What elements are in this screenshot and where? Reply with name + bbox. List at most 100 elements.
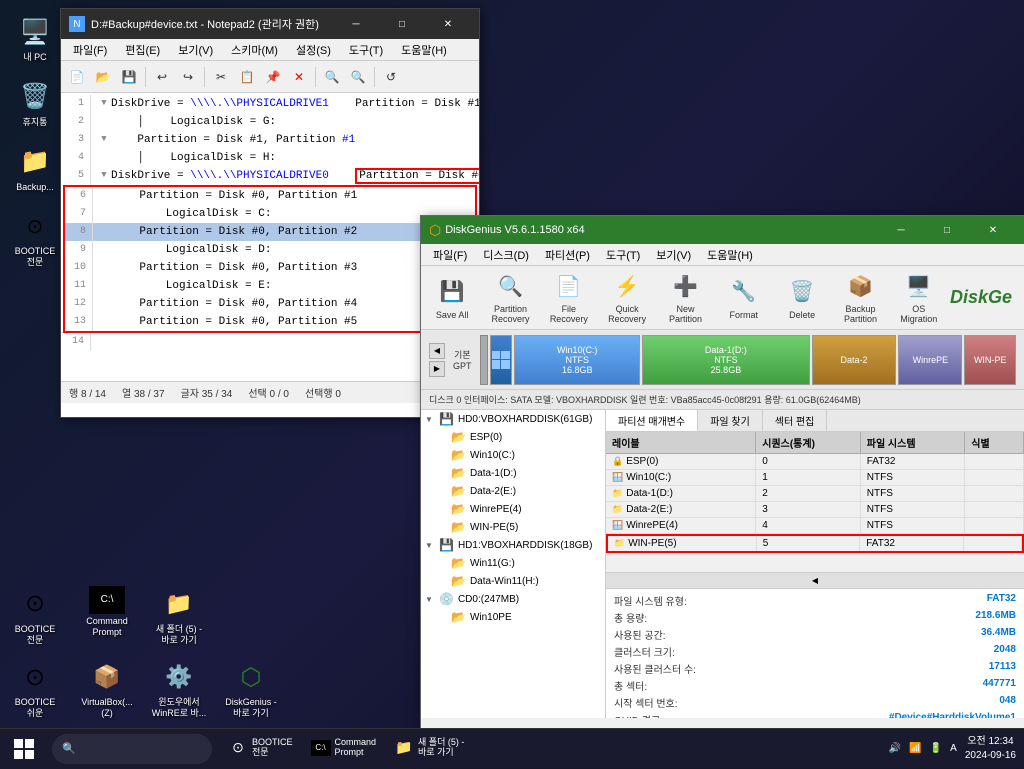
table-row-winpe5[interactable]: 📁 WIN-PE(5) 5 FAT32 <box>606 534 1024 553</box>
tab-file-find[interactable]: 파일 찾기 <box>698 410 763 431</box>
table-row-esp0[interactable]: 🔒 ESP(0) 0 FAT32 <box>606 454 1024 470</box>
toolbar-delete[interactable]: 🗑️ Delete <box>775 270 829 326</box>
table-row-win10[interactable]: 🪟 Win10(C:) 1 NTFS <box>606 470 1024 486</box>
td-esp0-seq: 0 <box>756 454 861 469</box>
menu-help[interactable]: 도움말(H) <box>393 40 455 60</box>
info-fs-value: FAT32 <box>987 593 1016 608</box>
dg-close[interactable]: ✕ <box>970 215 1016 245</box>
tree-data2[interactable]: 📂 Data-2(E:) <box>421 482 605 500</box>
taskbar-bottom-row <box>0 724 4 728</box>
toolbar-save[interactable]: 💾 <box>117 65 141 89</box>
toolbar-format[interactable]: 🔧 Format <box>717 270 771 326</box>
toolbar-file-recovery[interactable]: 📄 FileRecovery <box>542 270 596 326</box>
tree-winrepe[interactable]: 📂 WinrePE(4) <box>421 500 605 518</box>
minimize-button[interactable]: ─ <box>333 9 379 39</box>
desktop-icon-bootice[interactable]: ⊙ BOOTICE전문 <box>3 204 67 272</box>
newfolder-label: 새 폴더 (5) -바로 가기 <box>156 624 202 646</box>
desktop-icon-diskgenius[interactable]: ⬡ DiskGenius -바로 가기 <box>216 655 286 723</box>
taskbar: 🔍 ⊙ BOOTICE전문 C:\ CommandPrompt 📁 새 폴더 (… <box>0 728 1024 768</box>
desktop-icon-trash[interactable]: 🗑️ 휴지통 <box>3 75 67 132</box>
tree-win11[interactable]: 📂 Win11(G:) <box>421 554 605 572</box>
taskbar-item-folder[interactable]: 📁 새 폴더 (5) -바로 가기 <box>386 729 472 769</box>
toolbar-find[interactable]: 🔍 <box>320 65 344 89</box>
backup-partition-icon: 📦 <box>844 271 876 303</box>
dg-minimize[interactable]: ─ <box>878 215 924 245</box>
desktop-icon-bootice-pro[interactable]: ⊙ BOOTICE전문 <box>0 582 70 650</box>
dg-menu-help[interactable]: 도움말(H) <box>699 245 761 265</box>
toolbar-paste[interactable]: 📌 <box>261 65 285 89</box>
tree-winpe5[interactable]: 📂 WIN-PE(5) <box>421 518 605 536</box>
close-button[interactable]: ✕ <box>425 9 471 39</box>
menu-settings[interactable]: 설정(S) <box>288 40 339 60</box>
toolbar-cut[interactable]: ✂ <box>209 65 233 89</box>
desktop-icon-newfolder[interactable]: 📁 새 폴더 (5) -바로 가기 <box>144 582 214 650</box>
tree-win10pe[interactable]: 📂 Win10PE <box>421 608 605 626</box>
toolbar-zoom-out[interactable]: 🔍 <box>346 65 370 89</box>
toolbar-delete[interactable]: ✕ <box>287 65 311 89</box>
dg-menu-view[interactable]: 보기(V) <box>648 245 699 265</box>
info-row-guid: GUID 경로: #Device#HarddiskVolume1 <box>614 712 1016 718</box>
menu-tools[interactable]: 도구(T) <box>341 40 391 60</box>
tree-win10-label: Win10(C:) <box>470 450 515 461</box>
dg-menu-tools[interactable]: 도구(T) <box>598 245 648 265</box>
toolbar-copy[interactable]: 📋 <box>235 65 259 89</box>
dg-nav-next[interactable]: ▶ <box>429 361 445 377</box>
toolbar-new[interactable]: 📄 <box>65 65 89 89</box>
desktop-icon-vbox[interactable]: 📦 VirtualBox(...(Z) <box>72 655 142 723</box>
notepad-titlebar: N D:#Backup#device.txt - Notepad2 (관리자 권… <box>61 9 479 39</box>
desktop-icon-winre[interactable]: ⚙️ 윈도우에서WinRE로 바... <box>144 655 214 723</box>
taskbar-item-cmd[interactable]: C:\ CommandPrompt <box>303 729 385 769</box>
dg-nav-prev[interactable]: ◀ <box>429 343 445 359</box>
tree-hd0-label: HD0:VBOXHARDDISK(61GB) <box>458 414 592 425</box>
info-guid-value: #Device#HarddiskVolume1 <box>889 712 1016 718</box>
start-button[interactable] <box>0 729 48 769</box>
tab-partition-params[interactable]: 파티션 매개변수 <box>606 410 698 431</box>
taskbar-item-bootice-expert[interactable]: ⊙ BOOTICE전문 <box>220 729 301 769</box>
toolbar-backup-partition[interactable]: 📦 BackupPartition <box>833 270 887 326</box>
desktop-icon-cmdprompt[interactable]: C:\ CommandPrompt <box>72 582 142 650</box>
tree-data1-label: Data-1(D:) <box>470 468 517 479</box>
dg-seg-winrepe: WinrePE <box>898 335 962 385</box>
toolbar-redo[interactable]: ↪ <box>176 65 200 89</box>
tree-hd1[interactable]: ▼ 💾 HD1:VBOXHARDDISK(18GB) <box>421 536 605 554</box>
tree-esp0[interactable]: 📂 ESP(0) <box>421 428 605 446</box>
tree-win10[interactable]: 📂 Win10(C:) <box>421 446 605 464</box>
table-row-data2[interactable]: 📁 Data-2(E:) 3 NTFS <box>606 502 1024 518</box>
menu-edit[interactable]: 편집(E) <box>117 40 168 60</box>
panel-collapse-btn[interactable]: ◀ <box>606 572 1024 588</box>
toolbar-partition-recovery[interactable]: 🔍 PartitionRecovery <box>483 270 537 326</box>
maximize-button[interactable]: □ <box>379 9 425 39</box>
dg-menu-partition[interactable]: 파티션(P) <box>537 245 598 265</box>
toolbar-open[interactable]: 📂 <box>91 65 115 89</box>
desktop-icon-mypc[interactable]: 🖥️ 내 PC <box>3 10 67 67</box>
tree-hd0[interactable]: ▼ 💾 HD0:VBOXHARDDISK(61GB) <box>421 410 605 428</box>
dg-menu-file[interactable]: 파일(F) <box>425 245 475 265</box>
dg-maximize[interactable]: □ <box>924 215 970 245</box>
info-used-clusters-label: 사용된 클러스터 수: <box>614 661 696 676</box>
notepad-statusbar: 행 8 / 14 열 38 / 37 글자 35 / 34 선택 0 / 0 선… <box>61 381 479 403</box>
info-used-value: 36.4MB <box>981 627 1016 642</box>
toolbar-quick-recovery[interactable]: ⚡ QuickRecovery <box>600 270 654 326</box>
desktop-icon-bootice-easy[interactable]: ⊙ BOOTICE쉬운 <box>0 655 70 723</box>
toolbar-os-migration[interactable]: 🖥️ OSMigration <box>892 270 946 326</box>
table-row-data1[interactable]: 📁 Data-1(D:) 2 NTFS <box>606 486 1024 502</box>
tree-datawin11[interactable]: 📂 Data-Win11(H:) <box>421 572 605 590</box>
info-total-label: 총 용량: <box>614 610 647 625</box>
table-row-winrepe[interactable]: 🪟 WinrePE(4) 4 NTFS <box>606 518 1024 534</box>
window-controls: ─ □ ✕ <box>333 9 471 39</box>
toolbar-save-all[interactable]: 💾 Save All <box>425 270 479 326</box>
notepad-title: D:#Backup#device.txt - Notepad2 (관리자 권한) <box>91 16 319 32</box>
dg-menu-disk[interactable]: 디스크(D) <box>475 245 537 265</box>
menu-file[interactable]: 파일(F) <box>65 40 115 60</box>
desktop-icon-backup[interactable]: 📁 Backup... <box>3 140 67 197</box>
taskbar-clock[interactable]: 오전 12:34 2024-09-16 <box>965 735 1016 763</box>
menu-view[interactable]: 보기(V) <box>170 40 221 60</box>
toolbar-extra[interactable]: ↺ <box>379 65 403 89</box>
tree-data1[interactable]: 📂 Data-1(D:) <box>421 464 605 482</box>
tree-cd0[interactable]: ▼ 💿 CD0:(247MB) <box>421 590 605 608</box>
toolbar-undo[interactable]: ↩ <box>150 65 174 89</box>
tab-sector-edit[interactable]: 섹터 편집 <box>763 410 828 431</box>
taskbar-search[interactable]: 🔍 <box>52 734 212 764</box>
toolbar-new-partition[interactable]: ➕ NewPartition <box>658 270 712 326</box>
menu-schema[interactable]: 스키마(M) <box>223 40 286 60</box>
